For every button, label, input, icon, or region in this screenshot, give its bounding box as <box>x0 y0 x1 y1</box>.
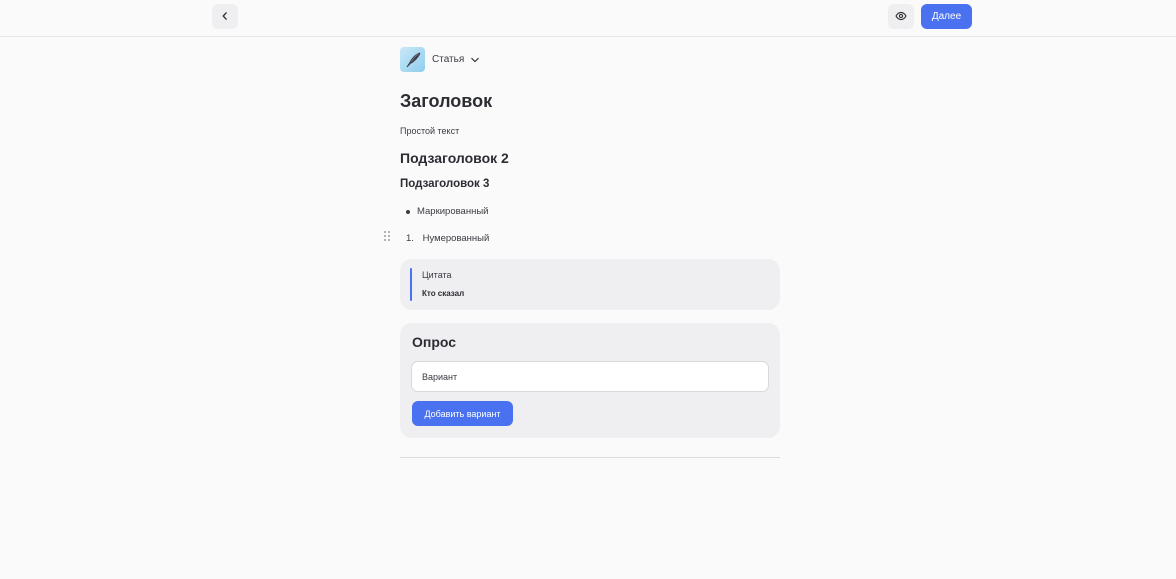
poll-title[interactable]: Опрос <box>412 334 456 350</box>
bullet-dot-icon <box>406 209 410 214</box>
chevron-down-icon <box>470 55 480 65</box>
numbered-item-text: Нумерованный <box>422 233 490 244</box>
divider <box>400 457 780 458</box>
quote-author[interactable]: Кто сказал <box>422 289 464 298</box>
poll-block: Опрос Добавить вариант <box>400 323 780 438</box>
article-type-label: Статья <box>432 54 465 65</box>
add-option-button[interactable]: Добавить вариант <box>412 401 513 426</box>
back-button[interactable] <box>212 4 238 29</box>
heading-3-block[interactable]: Подзаголовок 3 <box>400 178 489 190</box>
heading-2-block[interactable]: Подзаголовок 2 <box>400 150 509 166</box>
quote-accent-bar <box>410 268 412 301</box>
drag-handle-icon[interactable] <box>383 229 391 241</box>
quote-block[interactable]: Цитата Кто сказал <box>400 259 780 310</box>
quote-text[interactable]: Цитата <box>422 270 452 280</box>
list-number: 1. <box>406 233 414 244</box>
preview-button[interactable] <box>888 4 914 29</box>
bulleted-list-item[interactable]: Маркированный <box>406 206 488 217</box>
numbered-list-item[interactable]: 1. Нумерованный <box>406 233 489 244</box>
chevron-left-icon <box>220 8 230 26</box>
quill-pen-icon <box>400 47 425 72</box>
article-type-selector[interactable]: Статья <box>400 47 480 72</box>
bulleted-item-text: Маркированный <box>417 206 489 217</box>
eye-icon <box>895 8 907 26</box>
poll-option-input[interactable] <box>411 361 769 392</box>
next-button[interactable]: Далее <box>921 4 972 29</box>
heading-1-block[interactable]: Заголовок <box>400 91 492 112</box>
plain-text-block[interactable]: Простой текст <box>400 126 459 136</box>
top-bar: Далее <box>0 0 1176 37</box>
